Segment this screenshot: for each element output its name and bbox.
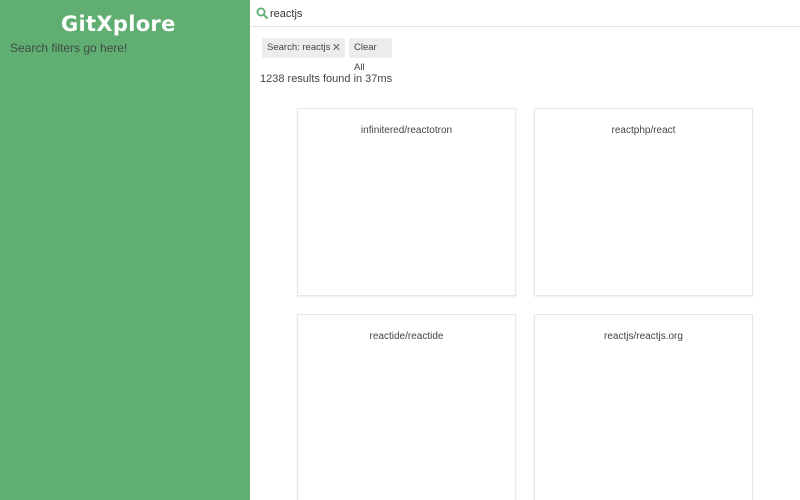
result-card[interactable]: reactjs/reactjs.org: [534, 314, 753, 500]
main-content: Search: reactjs ✕ Clear All 1238 results…: [250, 0, 800, 500]
filters-placeholder-text: Search filters go here!: [10, 41, 128, 55]
search-input[interactable]: [270, 4, 790, 23]
result-card-title[interactable]: reactphp/react: [535, 125, 752, 136]
result-card-title[interactable]: reactide/reactide: [298, 331, 515, 342]
result-card-title[interactable]: infinitered/reactotron: [298, 125, 515, 136]
search-icon: [256, 7, 268, 19]
selected-filter-chip[interactable]: Search: reactjs ✕: [262, 38, 345, 58]
result-card[interactable]: infinitered/reactotron: [297, 108, 516, 296]
result-card[interactable]: reactide/reactide: [297, 314, 516, 500]
app-logo[interactable]: GitXplore: [61, 12, 176, 36]
search-bar: [250, 0, 800, 27]
sidebar: GitXplore Search filters go here!: [0, 0, 250, 500]
result-card-title[interactable]: reactjs/reactjs.org: [535, 331, 752, 342]
selected-filter-label: Search: reactjs: [267, 42, 331, 53]
clear-all-button[interactable]: Clear All: [349, 38, 392, 73]
results-stats: 1238 results found in 37ms: [260, 73, 393, 85]
result-card[interactable]: reactphp/react: [534, 108, 753, 296]
close-icon[interactable]: ✕: [332, 38, 341, 58]
